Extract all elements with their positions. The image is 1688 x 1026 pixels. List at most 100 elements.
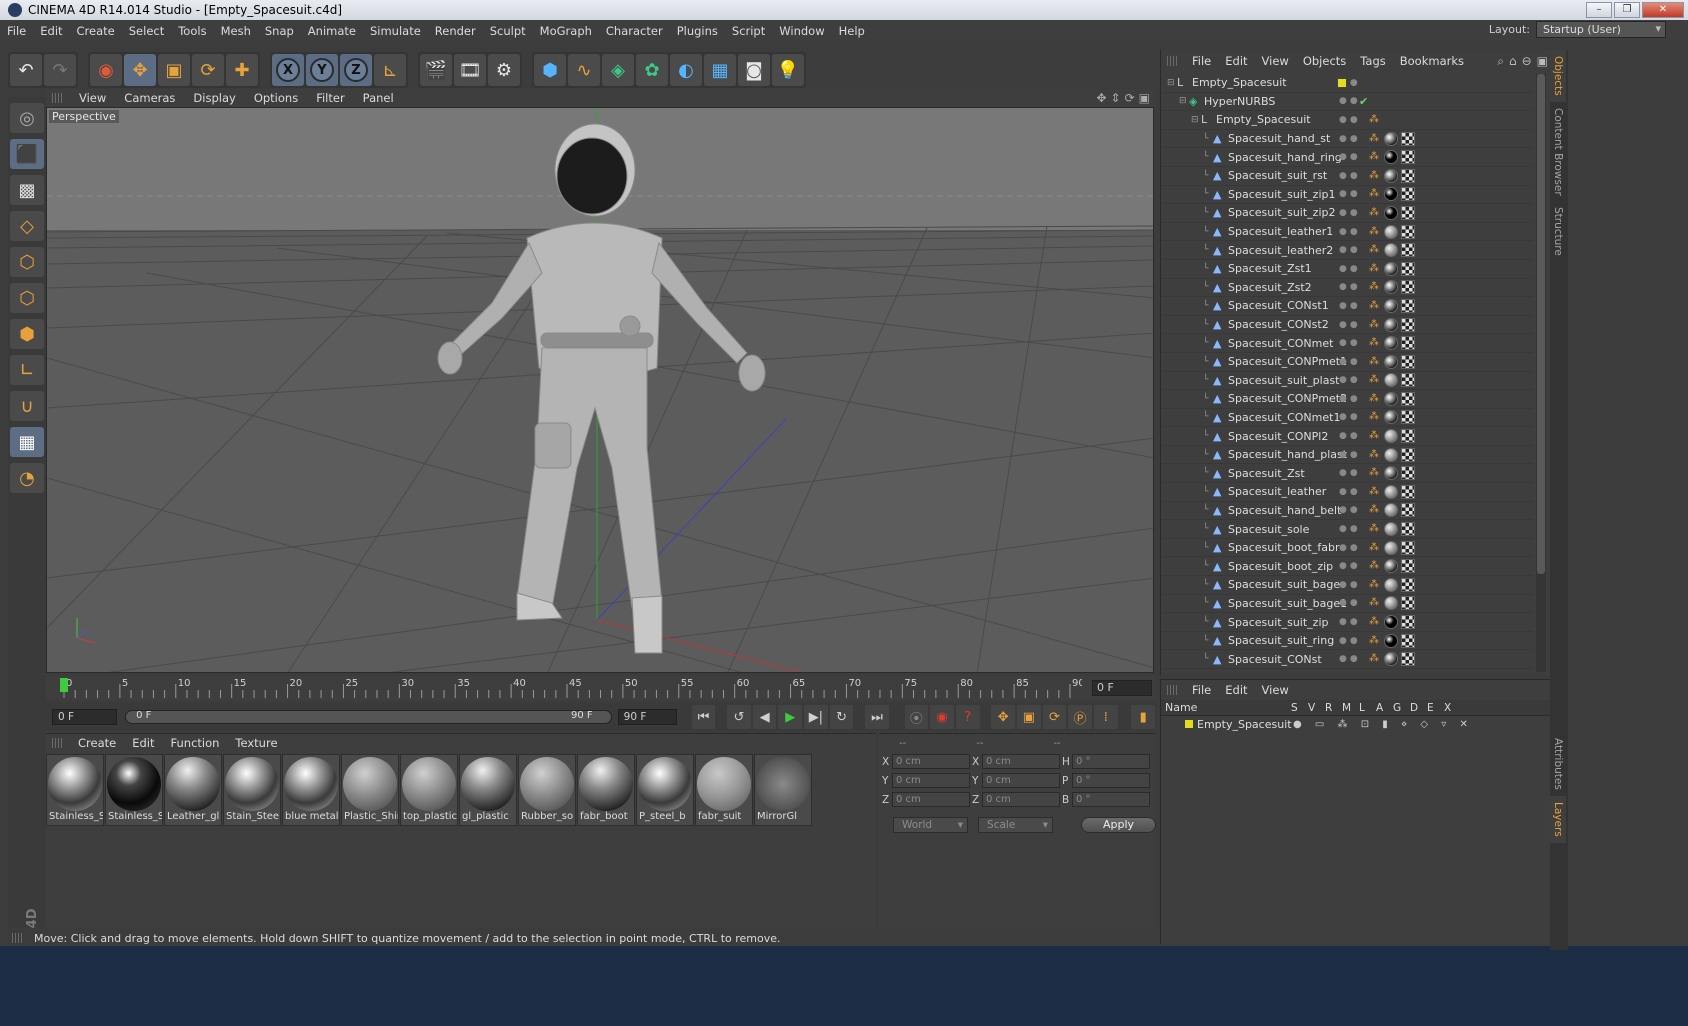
tab-structure[interactable]: Structure — [1550, 201, 1566, 262]
expand-toggle-icon[interactable]: ⊟ — [1179, 96, 1189, 106]
layer-column-header[interactable]: R — [1325, 702, 1336, 714]
layer-menu-edit[interactable]: Edit — [1218, 683, 1254, 697]
close-button[interactable]: ✕ — [1642, 2, 1684, 18]
size-mode-dropdown[interactable]: Scale — [978, 817, 1054, 833]
coordinate-value-field[interactable]: 0 ° — [1072, 773, 1150, 788]
object-row[interactable]: └ ▲ Spacesuit_Zst2 ●● ⁂ — [1161, 279, 1533, 298]
object-row[interactable]: └ ▲ Spacesuit_leather ●● ⁂ — [1161, 483, 1533, 502]
uvw-tag-icon[interactable] — [1401, 317, 1415, 332]
material-swatch[interactable]: Leather_gl — [164, 754, 222, 826]
layer-color-swatch[interactable] — [1337, 77, 1347, 88]
workplane-mode-icon[interactable]: ◇ — [10, 211, 44, 241]
object-row[interactable]: └ ▲ Spacesuit_boot_fabr ●● ⁂ — [1161, 539, 1533, 558]
maximize-view-icon[interactable]: ▣ — [1139, 91, 1150, 105]
visibility-dots[interactable]: ●● — [1339, 598, 1361, 608]
visibility-dots[interactable]: ●● — [1339, 412, 1361, 422]
phong-tag-icon[interactable]: ⁂ — [1369, 486, 1381, 498]
uvw-tag-icon[interactable] — [1401, 280, 1415, 295]
scene-floor-icon[interactable]: ▦ — [704, 54, 736, 86]
object-menu-objects[interactable]: Objects — [1296, 54, 1353, 68]
rotate-tool-icon[interactable]: ⟳ — [192, 54, 224, 86]
object-menu-edit[interactable]: Edit — [1218, 54, 1254, 68]
phong-tag-icon[interactable]: ⁂ — [1369, 523, 1381, 535]
layer-column-header[interactable]: G — [1393, 702, 1404, 714]
move-tool-icon[interactable]: ✥ — [124, 54, 156, 86]
object-row[interactable]: └ ▲ Spacesuit_suit_ring ●● ⁂ — [1161, 632, 1533, 651]
visibility-dots[interactable]: ●● — [1339, 282, 1361, 292]
undo-icon[interactable]: ↶ — [10, 54, 42, 86]
render-picture-viewer-icon[interactable]: 🎞 — [454, 54, 486, 86]
uvw-tag-icon[interactable] — [1401, 633, 1415, 648]
material-tag-icon[interactable] — [1384, 540, 1398, 555]
phong-tag-icon[interactable]: ⁂ — [1369, 560, 1381, 572]
layer-column-header[interactable]: A — [1376, 702, 1387, 714]
coordinate-mode-dropdown[interactable]: World — [893, 817, 969, 833]
material-tag-icon[interactable] — [1384, 447, 1398, 462]
nurbs-icon[interactable]: ◈ — [602, 54, 634, 86]
object-row[interactable]: └ ▲ Spacesuit_Zst ●● ⁂ — [1161, 464, 1533, 484]
current-frame-field[interactable]: 0 F — [1092, 680, 1152, 696]
object-scrollbar[interactable] — [1536, 74, 1546, 672]
material-swatch[interactable]: Plastic_Shir — [341, 754, 399, 826]
visibility-dots[interactable]: ●● — [1339, 561, 1361, 571]
menu-simulate[interactable]: Simulate — [363, 24, 428, 38]
maximize-button[interactable]: ❐ — [1614, 2, 1640, 18]
object-row[interactable]: └ ▲ Spacesuit_suit_plast ●● ⁂ — [1161, 372, 1533, 391]
phong-tag-icon[interactable]: ⁂ — [1369, 430, 1381, 442]
phong-tag-icon[interactable]: ⁂ — [1369, 281, 1381, 293]
phong-tag-icon[interactable]: ⁂ — [1369, 542, 1381, 554]
start-frame-field[interactable]: 0 F — [52, 709, 118, 725]
material-tag-icon[interactable] — [1384, 187, 1398, 202]
uvw-tag-icon[interactable] — [1401, 150, 1415, 165]
phong-tag-icon[interactable]: ⁂ — [1369, 653, 1381, 665]
object-menu-bookmarks[interactable]: Bookmarks — [1393, 54, 1471, 68]
visibility-dots[interactable]: ●● — [1339, 524, 1361, 534]
material-swatch[interactable]: Stain_Steel — [223, 754, 281, 826]
keyframe-selection-icon[interactable]: ? — [955, 705, 980, 729]
key-pla-icon[interactable]: ⁞ — [1093, 705, 1118, 729]
material-tag-icon[interactable] — [1384, 168, 1398, 183]
key-rotation-icon[interactable]: ⟳ — [1042, 705, 1067, 729]
menu-plugins[interactable]: Plugins — [670, 24, 725, 38]
live-selection-icon[interactable]: ◉ — [90, 54, 122, 86]
uvw-tag-icon[interactable] — [1401, 187, 1415, 202]
material-tag-icon[interactable] — [1384, 354, 1398, 369]
menu-render[interactable]: Render — [428, 24, 483, 38]
model-mode-icon[interactable]: ⬛ — [10, 139, 44, 169]
collapse-icon[interactable]: ⊖ — [1522, 54, 1532, 69]
apply-button[interactable]: Apply — [1081, 817, 1156, 833]
material-tag-icon[interactable] — [1384, 317, 1398, 332]
material-menu-function[interactable]: Function — [163, 736, 228, 750]
visibility-dots[interactable]: ●● — [1339, 338, 1361, 348]
visibility-dots[interactable]: ●● — [1339, 171, 1361, 181]
material-swatch[interactable]: Stainless_S — [46, 754, 104, 826]
visibility-dots[interactable]: ●● — [1339, 208, 1361, 218]
object-row[interactable]: └ ▲ Spacesuit_suit_zip2 ●● ⁂ — [1161, 204, 1533, 223]
visibility-dots[interactable]: ●● — [1339, 617, 1361, 627]
object-row[interactable]: └ ▲ Spacesuit_hand_plast ●● ⁂ — [1161, 446, 1533, 465]
enabled-check-icon[interactable]: ✔ — [1359, 95, 1368, 108]
camera-label[interactable]: Perspective — [49, 110, 119, 123]
visibility-dots[interactable]: ●● — [1339, 580, 1361, 590]
object-menu-file[interactable]: File — [1185, 54, 1218, 68]
menu-snap[interactable]: Snap — [258, 24, 301, 38]
visibility-dots[interactable]: ●● — [1339, 227, 1361, 237]
scale-tool-icon[interactable]: ▣ — [158, 54, 190, 86]
uvw-tag-icon[interactable] — [1401, 168, 1415, 183]
visibility-dots[interactable]: ●● — [1339, 487, 1361, 497]
material-swatch[interactable]: blue metal — [282, 754, 340, 826]
home-icon[interactable]: ⌂ — [1509, 54, 1517, 69]
visibility-dots[interactable]: ●● — [1339, 115, 1361, 125]
edges-mode-icon[interactable]: ⬡ — [10, 283, 44, 313]
previous-key-icon[interactable]: ↺ — [727, 705, 751, 729]
visibility-dots[interactable]: ●● — [1339, 394, 1361, 404]
go-to-end-icon[interactable]: ⏭ — [865, 705, 889, 729]
orbit-icon[interactable]: ⟳ — [1125, 91, 1135, 105]
uvw-tag-icon[interactable] — [1401, 243, 1415, 258]
visibility-dots[interactable]: ●● — [1339, 431, 1361, 441]
material-swatch[interactable]: P_steel_b — [636, 754, 694, 826]
material-tag-icon[interactable] — [1384, 336, 1398, 351]
viewport-menu-cameras[interactable]: Cameras — [115, 91, 184, 105]
viewport-menu-view[interactable]: View — [70, 91, 115, 105]
panel-grip-icon[interactable] — [52, 738, 62, 748]
